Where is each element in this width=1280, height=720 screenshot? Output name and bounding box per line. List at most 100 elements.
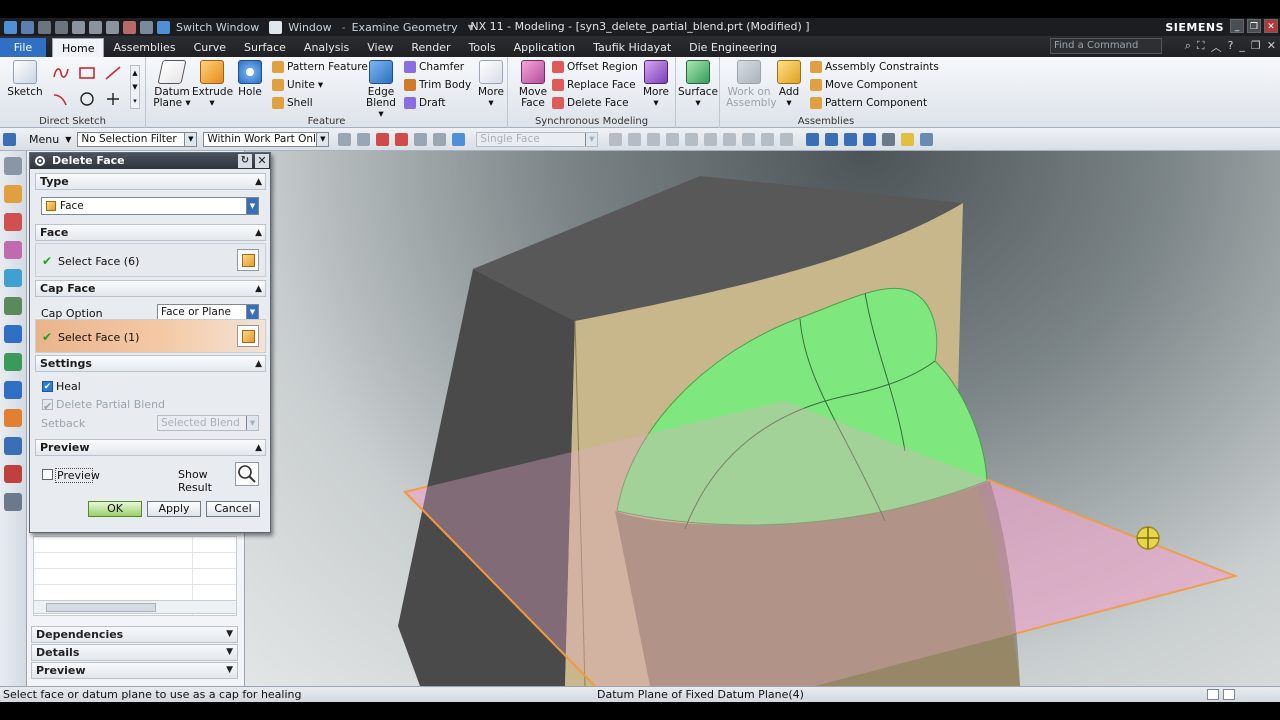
type-section-header[interactable]: Type ▲ [35,173,266,190]
chevron-down-icon[interactable]: ▼ [65,135,71,144]
extrude-button[interactable]: Extrude ▾ [192,60,233,109]
chevron-up-icon[interactable]: ︿ [1211,39,1222,55]
snap-center-icon[interactable] [685,132,699,146]
arc-icon[interactable] [52,91,70,107]
panel-icon[interactable] [1223,689,1235,700]
model-view[interactable] [245,151,1280,686]
menu-icon[interactable] [3,132,16,146]
cancel-button[interactable]: Cancel [206,501,260,517]
preview-checkbox[interactable] [42,469,53,480]
view-manager-icon[interactable] [4,297,22,315]
settings-section-header[interactable]: Settings ▲ [35,355,266,372]
add-component-button[interactable]: Add ▾ [776,60,802,109]
details-panel-header[interactable]: Details ▼ [31,644,238,661]
rotate-icon[interactable] [844,132,858,146]
tab-tools[interactable]: Tools [460,38,505,57]
snap-quadrant-icon[interactable] [704,132,718,146]
tab-analysis[interactable]: Analysis [295,38,358,57]
snap-bounded-grid-icon[interactable] [780,132,794,146]
tab-assemblies[interactable]: Assemblies [104,38,184,57]
history-icon[interactable] [4,353,22,371]
select-cap-face-row[interactable]: ✔ Select Face (1) [35,319,266,353]
setback-dropdown[interactable]: Selected Blend ▼ [157,415,259,431]
fullscreen-icon[interactable]: ⛶ [1197,39,1205,55]
datum-plane-button[interactable]: Datum Plane ▾ [152,60,192,109]
show-result-button[interactable] [235,462,259,486]
work-on-assembly-button[interactable]: Work on Assembly [726,60,777,109]
profile-icon[interactable] [52,65,70,81]
line-icon[interactable] [104,65,122,81]
close-icon[interactable]: ✕ [255,154,269,168]
constraint-navigator-icon[interactable] [4,213,22,231]
draft-button[interactable]: Draft [404,95,445,111]
orient-view-icon[interactable] [863,132,877,146]
dialog-title-bar[interactable]: Delete Face ↻ ✕ [30,153,270,169]
rectangle-icon[interactable] [78,65,96,81]
show-hide-icon[interactable] [920,132,934,146]
sketch-button[interactable]: Sketch [6,60,44,98]
hole-button[interactable]: Hole [234,60,266,98]
move-face-button[interactable]: Move Face [516,60,550,109]
system-scenes-icon[interactable] [4,493,22,511]
close-icon[interactable]: ✕ [1267,39,1276,55]
restore-icon[interactable]: ❐ [1247,19,1261,33]
select-face-button[interactable] [237,249,259,271]
snap-on-curve-icon[interactable] [742,132,756,146]
zoom-icon[interactable] [825,132,839,146]
touch-mode-icon[interactable] [140,20,153,34]
pattern-feature-button[interactable]: Pattern Feature [272,59,368,75]
chevron-down-icon[interactable]: ▼ [468,23,474,32]
type-dropdown[interactable]: Face ▼ [41,197,259,215]
render-style-icon[interactable] [882,132,896,146]
lasso-icon[interactable] [414,132,428,146]
snap-endpoint-icon[interactable] [609,132,623,146]
dependencies-panel-header[interactable]: Dependencies ▼ [31,626,238,643]
cut-icon[interactable] [72,20,85,34]
tab-taufik-hidayat[interactable]: Taufik Hidayat [584,38,680,57]
selection-scope-dropdown[interactable]: Within Work Part Only ▼ [203,131,330,147]
switch-window-button[interactable]: Switch Window [176,21,259,34]
rectangle-select-icon[interactable] [433,132,447,146]
reset-icon[interactable]: ↻ [238,154,252,168]
selection-filter-dropdown[interactable]: No Selection Filter ▼ [77,131,198,147]
sketch-gallery-scroll[interactable]: ▲ ▼ ▾ [130,65,140,109]
redo-icon[interactable] [55,20,68,34]
circle-icon[interactable] [78,91,96,107]
snap-midpoint-icon[interactable] [628,132,642,146]
system-materials-icon[interactable] [4,381,22,399]
menu-button[interactable]: Menu [23,133,65,146]
feature-more-button[interactable]: More ▾ [476,60,506,109]
roles-icon[interactable] [4,465,22,483]
tab-view[interactable]: View [358,38,402,57]
repeat-command-icon[interactable] [123,20,136,34]
navigator-scrollbar[interactable] [33,600,237,614]
ok-button[interactable]: OK [88,501,142,517]
assembly-constraints-button[interactable]: Assembly Constraints [810,59,939,75]
part-navigator-icon[interactable] [4,241,22,259]
body-select-icon[interactable] [452,132,466,146]
window-menu[interactable]: Window [288,21,331,34]
face-section-header[interactable]: Face ▲ [35,224,266,241]
heal-checkbox[interactable]: ✔ [42,381,53,392]
edge-blend-button[interactable]: Edge Blend ▾ [362,60,400,120]
restore-icon[interactable]: ❐ [1251,39,1261,55]
delete-face-button[interactable]: Delete Face [552,95,629,111]
close-icon[interactable]: ✕ [1264,19,1278,33]
gear-icon[interactable] [34,155,46,167]
reuse-library-icon[interactable] [4,269,22,287]
copy-icon[interactable] [89,20,102,34]
switch-window-icon[interactable] [157,20,170,34]
snap-intersection-icon[interactable] [666,132,680,146]
tab-application[interactable]: Application [505,38,584,57]
preview-panel-header[interactable]: Preview ▼ [31,662,238,679]
snap-settings-icon[interactable] [338,132,352,146]
find-command-input[interactable]: Find a Command [1050,38,1162,54]
scrollbar-thumb[interactable] [46,603,156,612]
search-icon[interactable]: ⌕ [1185,39,1191,55]
offset-region-button[interactable]: Offset Region [552,59,638,75]
undo-icon[interactable] [38,20,51,34]
delete-partial-blend-checkbox[interactable]: ✔ [42,399,53,413]
tab-home[interactable]: Home [52,38,105,57]
select-face-row[interactable]: ✔ Select Face (6) [35,243,266,277]
tab-die-engineering[interactable]: Die Engineering [680,38,786,57]
